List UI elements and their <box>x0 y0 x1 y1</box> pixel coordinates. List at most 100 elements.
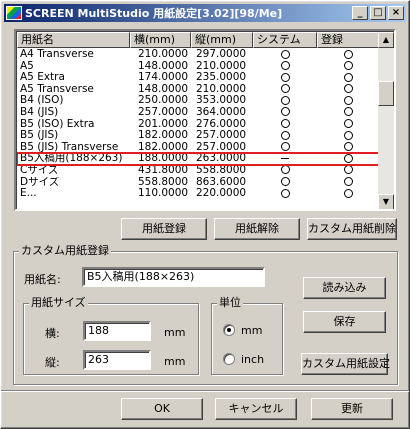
table-row[interactable]: B4 (JIS) 257.0000 364.0000 <box>17 106 379 119</box>
width-input[interactable]: 188 <box>83 321 151 341</box>
scroll-up-icon[interactable]: ▲ <box>378 32 394 48</box>
paper-name-input[interactable]: B5入稿用(188×263) <box>82 267 265 287</box>
circle-icon <box>280 130 290 140</box>
paper-list[interactable]: 用紙名 横(mm) 縦(mm) システム 登録 A4 Transverse 210… <box>14 29 396 211</box>
circle-icon <box>343 61 353 71</box>
circle-icon <box>343 95 353 105</box>
unit-mm-radio[interactable] <box>223 324 235 336</box>
delete-custom-paper-button[interactable]: カスタム用紙削除 <box>307 218 397 240</box>
circle-icon <box>280 119 290 129</box>
system-cell <box>253 95 317 107</box>
circle-icon <box>280 107 290 117</box>
system-cell <box>253 153 317 165</box>
cancel-button[interactable]: キャンセル <box>215 398 297 420</box>
height-input[interactable]: 263 <box>83 350 151 370</box>
table-row[interactable]: Cサイズ 431.8000 558.8000 <box>17 163 379 177</box>
system-cell <box>253 49 317 61</box>
paper-name-cell: A5 <box>20 60 34 72</box>
circle-icon <box>343 188 353 198</box>
circle-icon <box>343 142 353 152</box>
paper-size-group-label: 用紙サイズ <box>29 296 88 309</box>
paper-name-cell: B5 (ISO) Extra <box>20 118 95 130</box>
height-unit-label: mm <box>164 355 186 368</box>
paper-height-cell: 220.0000 <box>196 187 247 200</box>
system-cell <box>253 72 317 84</box>
height-label: 縦: <box>45 356 60 369</box>
registered-cell <box>317 84 379 96</box>
registered-cell <box>317 119 379 131</box>
unit-mm-label[interactable]: mm <box>241 324 262 337</box>
app-icon <box>6 6 22 20</box>
circle-icon <box>343 119 353 129</box>
window-title: SCREEN MultiStudio 用紙設定[3.02][98/Me] <box>25 7 283 20</box>
load-button[interactable]: 読み込み <box>303 277 386 299</box>
registered-cell <box>317 153 379 165</box>
column-header-name[interactable]: 用紙名 <box>17 32 130 48</box>
registered-cell <box>317 130 379 142</box>
circle-icon <box>343 177 353 187</box>
paper-name-cell: B5入稿用(188×263) <box>20 153 123 165</box>
table-row[interactable]: A4 Transverse 210.0000 297.0000 <box>17 49 379 61</box>
table-row[interactable]: B5 (JIS) 182.0000 257.0000 <box>17 130 379 142</box>
paper-name-cell: B4 (JIS) <box>20 106 59 118</box>
width-label: 横: <box>45 327 60 340</box>
paper-width-cell: 110.0000 <box>138 187 189 200</box>
list-body: A4 Transverse 210.0000 297.0000 A5 148.0000 2… <box>17 49 379 209</box>
paper-width-cell: 182.0000 <box>138 129 189 142</box>
circle-icon <box>280 142 290 152</box>
paper-name-cell: B4 (ISO) <box>20 95 64 107</box>
unregister-paper-button[interactable]: 用紙解除 <box>214 218 300 240</box>
title-bar[interactable]: SCREEN MultiStudio 用紙設定[3.02][98/Me] _ □… <box>4 4 406 22</box>
paper-height-cell: 297.0000 <box>196 49 247 60</box>
system-cell <box>253 130 317 142</box>
unit-inch-label[interactable]: inch <box>241 353 264 366</box>
circle-icon <box>280 49 290 59</box>
circle-icon <box>343 130 353 140</box>
system-cell <box>253 119 317 131</box>
minimize-button[interactable]: _ <box>352 6 368 20</box>
registered-cell <box>317 177 379 189</box>
close-button[interactable]: × <box>388 6 404 20</box>
column-header-height[interactable]: 縦(mm) <box>191 32 253 48</box>
save-button[interactable]: 保存 <box>303 311 386 333</box>
custom-paper-settings-button[interactable]: カスタム用紙設定 <box>301 353 390 375</box>
register-paper-button[interactable]: 用紙登録 <box>121 218 207 240</box>
column-header-registered[interactable]: 登録 <box>317 32 379 48</box>
column-header-width[interactable]: 横(mm) <box>130 32 191 48</box>
paper-width-cell: 431.8000 <box>138 163 189 176</box>
column-header-system[interactable]: システム <box>253 32 317 48</box>
circle-icon <box>343 153 353 163</box>
paper-width-cell: 210.0000 <box>138 49 189 60</box>
paper-name-cell: A4 Transverse <box>20 49 94 60</box>
paper-name-cell: E... <box>20 188 37 200</box>
registered-cell <box>317 188 379 200</box>
paper-name-cell: Dサイズ <box>20 176 60 188</box>
paper-name-cell: Cサイズ <box>20 164 59 176</box>
system-cell <box>253 188 317 200</box>
registered-cell <box>317 107 379 119</box>
scroll-thumb[interactable] <box>378 81 394 106</box>
paper-name-cell: A5 Extra <box>20 72 65 84</box>
system-cell <box>253 177 317 189</box>
registered-cell <box>317 49 379 61</box>
registered-cell <box>317 165 379 177</box>
scroll-down-icon[interactable]: ▼ <box>378 194 394 209</box>
circle-icon <box>343 72 353 82</box>
ok-button[interactable]: OK <box>121 398 203 420</box>
vertical-scrollbar[interactable]: ▲ ▼ <box>378 32 394 209</box>
paper-name-label: 用紙名: <box>24 273 61 286</box>
dash-icon <box>281 157 289 159</box>
refresh-button[interactable]: 更新 <box>311 398 393 420</box>
paper-height-cell: 257.0000 <box>196 129 247 142</box>
circle-icon <box>343 49 353 59</box>
circle-icon <box>343 165 353 175</box>
system-cell <box>253 84 317 96</box>
unit-inch-radio[interactable] <box>223 353 235 365</box>
registered-cell <box>317 142 379 154</box>
maximize-button[interactable]: □ <box>370 6 386 20</box>
table-row[interactable]: E... 110.0000 220.0000 <box>17 188 379 200</box>
circle-icon <box>280 95 290 105</box>
paper-name-cell: A5 Transverse <box>20 83 94 95</box>
circle-icon <box>343 84 353 94</box>
system-cell <box>253 142 317 154</box>
